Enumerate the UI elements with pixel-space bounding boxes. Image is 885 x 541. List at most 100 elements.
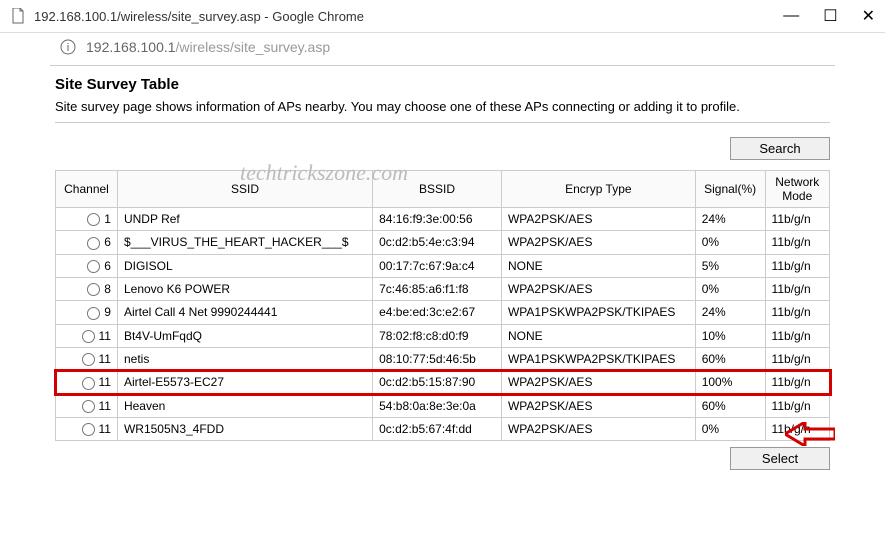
- bssid-cell: 00:17:7c:67:9a:c4: [373, 254, 502, 277]
- table-row[interactable]: 11Airtel-E5573-EC270c:d2:b5:15:87:90WPA2…: [56, 371, 830, 394]
- table-row[interactable]: 9Airtel Call 4 Net 9990244441e4:be:ed:3c…: [56, 301, 830, 324]
- encryp-cell: NONE: [501, 254, 695, 277]
- signal-cell: 100%: [695, 371, 765, 394]
- site-survey-table: Channel SSID BSSID Encryp Type Signal(%)…: [55, 170, 830, 441]
- channel-value: 11: [99, 375, 111, 389]
- channel-cell: 1: [56, 208, 118, 231]
- ssid-cell: Bt4V-UmFqdQ: [117, 324, 372, 347]
- table-header-row: Channel SSID BSSID Encryp Type Signal(%)…: [56, 171, 830, 208]
- channel-value: 9: [104, 305, 111, 319]
- signal-cell: 0%: [695, 417, 765, 440]
- divider: [50, 65, 835, 66]
- bssid-cell: 7c:46:85:a6:f1:f8: [373, 277, 502, 300]
- channel-value: 1: [104, 212, 111, 226]
- ap-radio[interactable]: [82, 400, 95, 413]
- encryp-cell: WPA1PSKWPA2PSK/TKIPAES: [501, 301, 695, 324]
- encryp-cell: WPA2PSK/AES: [501, 371, 695, 394]
- window-titlebar: 192.168.100.1/wireless/site_survey.asp -…: [0, 0, 885, 33]
- table-row[interactable]: 1UNDP Ref84:16:f9:3e:00:56WPA2PSK/AES24%…: [56, 208, 830, 231]
- encryp-cell: WPA2PSK/AES: [501, 417, 695, 440]
- ap-radio[interactable]: [87, 283, 100, 296]
- encryp-cell: NONE: [501, 324, 695, 347]
- channel-cell: 11: [56, 371, 118, 394]
- mode-cell: 11b/g/n: [765, 231, 829, 254]
- signal-cell: 24%: [695, 301, 765, 324]
- bssid-cell: 78:02:f8:c8:d0:f9: [373, 324, 502, 347]
- bssid-cell: 54:b8:0a:8e:3e:0a: [373, 394, 502, 417]
- channel-cell: 11: [56, 417, 118, 440]
- ssid-cell: DIGISOL: [117, 254, 372, 277]
- channel-value: 11: [99, 422, 111, 436]
- ssid-cell: Lenovo K6 POWER: [117, 277, 372, 300]
- table-row[interactable]: 11Bt4V-UmFqdQ78:02:f8:c8:d0:f9NONE10%11b…: [56, 324, 830, 347]
- ssid-cell: Airtel-E5573-EC27: [117, 371, 372, 394]
- signal-cell: 0%: [695, 231, 765, 254]
- channel-cell: 6: [56, 254, 118, 277]
- table-row[interactable]: 6$___VIRUS_THE_HEART_HACKER___$0c:d2:b5:…: [56, 231, 830, 254]
- table-row[interactable]: 8 Lenovo K6 POWER7c:46:85:a6:f1:f8WPA2PSK…: [56, 277, 830, 300]
- ap-radio[interactable]: [82, 377, 95, 390]
- ap-radio[interactable]: [82, 423, 95, 436]
- ssid-cell: $___VIRUS_THE_HEART_HACKER___$: [117, 231, 372, 254]
- signal-cell: 0%: [695, 277, 765, 300]
- table-row[interactable]: 11netis08:10:77:5d:46:5bWPA1PSKWPA2PSK/T…: [56, 347, 830, 370]
- ssid-cell: WR1505N3_4FDD: [117, 417, 372, 440]
- th-signal: Signal(%): [695, 171, 765, 208]
- bssid-cell: 0c:d2:b5:67:4f:dd: [373, 417, 502, 440]
- channel-value: 11: [99, 329, 111, 343]
- mode-cell: 11b/g/n: [765, 301, 829, 324]
- channel-cell: 11: [56, 347, 118, 370]
- maximize-button[interactable]: ☐: [823, 6, 837, 26]
- encryp-cell: WPA2PSK/AES: [501, 394, 695, 417]
- encryp-cell: WPA1PSKWPA2PSK/TKIPAES: [501, 347, 695, 370]
- select-button[interactable]: Select: [730, 447, 830, 470]
- table-row[interactable]: 6 DIGISOL00:17:7c:67:9a:c4NONE5%11b/g/n: [56, 254, 830, 277]
- th-ssid: SSID: [117, 171, 372, 208]
- th-channel: Channel: [56, 171, 118, 208]
- channel-value: 11: [99, 399, 111, 413]
- window-controls: — ☐ ✕: [783, 6, 875, 26]
- channel-value: 6: [104, 235, 111, 249]
- address-bar[interactable]: i 192.168.100.1/wireless/site_survey.asp: [50, 33, 835, 61]
- page-description: Site survey page shows information of AP…: [55, 99, 830, 114]
- th-encryp: Encryp Type: [501, 171, 695, 208]
- minimize-button[interactable]: —: [783, 7, 799, 25]
- search-button[interactable]: Search: [730, 137, 830, 160]
- encryp-cell: WPA2PSK/AES: [501, 208, 695, 231]
- ssid-cell: Heaven: [117, 394, 372, 417]
- channel-cell: 8: [56, 277, 118, 300]
- signal-cell: 5%: [695, 254, 765, 277]
- channel-value: 8: [104, 282, 111, 296]
- channel-cell: 6: [56, 231, 118, 254]
- mode-cell: 11b/g/n: [765, 347, 829, 370]
- mode-cell: 11b/g/n: [765, 371, 829, 394]
- signal-cell: 24%: [695, 208, 765, 231]
- ap-radio[interactable]: [87, 260, 100, 273]
- mode-cell: 11b/g/n: [765, 394, 829, 417]
- page-title: Site Survey Table: [55, 76, 830, 93]
- table-row[interactable]: 11 Heaven54:b8:0a:8e:3e:0aWPA2PSK/AES60%1…: [56, 394, 830, 417]
- info-icon[interactable]: i: [60, 39, 76, 55]
- bssid-cell: e4:be:ed:3c:e2:67: [373, 301, 502, 324]
- highlight-arrow-icon: [785, 422, 835, 449]
- close-button[interactable]: ✕: [862, 6, 875, 26]
- th-mode: Network Mode: [765, 171, 829, 208]
- table-row[interactable]: 11 WR1505N3_4FDD0c:d2:b5:67:4f:ddWPA2PSK/…: [56, 417, 830, 440]
- mode-cell: 11b/g/n: [765, 277, 829, 300]
- encryp-cell: WPA2PSK/AES: [501, 277, 695, 300]
- signal-cell: 60%: [695, 394, 765, 417]
- ap-radio[interactable]: [87, 213, 100, 226]
- mode-cell: 11b/g/n: [765, 254, 829, 277]
- svg-text:i: i: [67, 42, 69, 54]
- channel-cell: 11: [56, 394, 118, 417]
- channel-value: 6: [104, 259, 111, 273]
- signal-cell: 60%: [695, 347, 765, 370]
- ap-radio[interactable]: [82, 330, 95, 343]
- bssid-cell: 08:10:77:5d:46:5b: [373, 347, 502, 370]
- ap-radio[interactable]: [87, 237, 100, 250]
- ssid-cell: netis: [117, 347, 372, 370]
- th-bssid: BSSID: [373, 171, 502, 208]
- ap-radio[interactable]: [87, 307, 100, 320]
- channel-cell: 9: [56, 301, 118, 324]
- ap-radio[interactable]: [82, 353, 95, 366]
